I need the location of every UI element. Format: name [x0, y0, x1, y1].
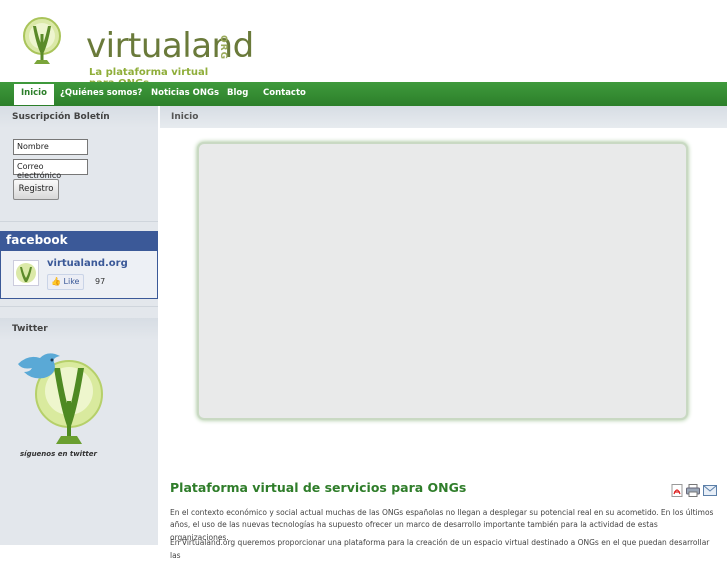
site-logo[interactable]: virtualand ORG La plataforma virtual par…: [22, 14, 254, 89]
like-label: Like: [63, 277, 80, 286]
twitter-bird-logo-icon: [18, 353, 103, 444]
facebook-page-name[interactable]: virtualand.org: [47, 258, 128, 269]
email-icon[interactable]: [703, 485, 717, 496]
article-paragraph: En Virtualand.org queremos proporcionar …: [170, 538, 710, 560]
brand-suffix: ORG: [218, 35, 228, 60]
name-field[interactable]: Nombre: [13, 139, 88, 155]
article-actions: [671, 484, 717, 498]
v-plant-logo-icon: [16, 263, 36, 283]
email-field[interactable]: Correo electrónico: [13, 159, 88, 180]
subscribe-button[interactable]: Registro: [13, 179, 59, 200]
like-count: 97: [95, 277, 106, 286]
twitter-caption[interactable]: síguenos en twitter: [20, 450, 97, 458]
facebook-logo[interactable]: facebook: [1, 232, 157, 251]
newsletter-title: Suscripción Boletín: [0, 106, 158, 128]
main-nav: Inicio ¿Quiénes somos? Noticias ONGs Blo…: [0, 82, 727, 106]
sidebar: Suscripción Boletín Nombre Correo electr…: [0, 106, 158, 545]
nav-item-contacto[interactable]: Contacto: [256, 82, 313, 106]
page-title: Inicio: [160, 106, 727, 128]
nav-item-quienes-somos[interactable]: ¿Quiénes somos?: [53, 82, 149, 106]
facebook-like-button[interactable]: 👍 Like: [47, 274, 84, 290]
nav-item-blog[interactable]: Blog: [220, 82, 255, 106]
avatar[interactable]: [13, 260, 39, 286]
twitter-follow-image[interactable]: [14, 346, 109, 446]
twitter-title: Twitter: [0, 318, 158, 340]
facebook-widget: facebook virtualand.org 👍 Like 97: [0, 231, 158, 299]
article-title: Plataforma virtual de servicios para ONG…: [170, 480, 467, 495]
nav-item-inicio[interactable]: Inicio: [14, 84, 54, 105]
thumbs-up-icon: 👍: [51, 277, 61, 286]
divider: [0, 306, 158, 307]
site-header: virtualand ORG La plataforma virtual par…: [0, 0, 727, 89]
slideshow-area[interactable]: [197, 142, 688, 420]
brand-name: virtualand: [86, 26, 254, 66]
divider: [0, 221, 158, 222]
nav-item-noticias[interactable]: Noticias ONGs: [144, 82, 226, 106]
pdf-icon[interactable]: [671, 484, 683, 497]
v-plant-logo-icon: [23, 17, 61, 64]
print-icon[interactable]: [686, 484, 700, 497]
